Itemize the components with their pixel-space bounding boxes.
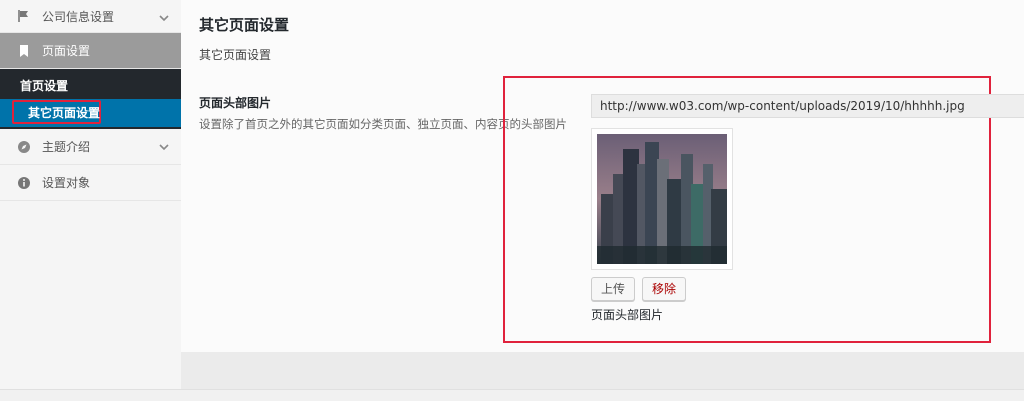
chevron-down-icon bbox=[159, 15, 169, 22]
submenu-item-other-page-settings[interactable]: 其它页面设置 bbox=[0, 99, 181, 127]
sidebar-item-label: 设置对象 bbox=[42, 176, 91, 190]
sidebar-item-label: 主题介绍 bbox=[42, 140, 91, 154]
flag-icon bbox=[16, 8, 32, 24]
bookmark-icon bbox=[16, 43, 32, 59]
sidebar-item-label: 公司信息设置 bbox=[42, 9, 115, 24]
submenu-item-home-settings[interactable]: 首页设置 bbox=[0, 73, 181, 99]
sidebar: 公司信息设置 页面设置 首页设置 其它页面设置 主题介绍 设置对象 bbox=[0, 0, 182, 389]
page-title: 其它页面设置 bbox=[199, 16, 290, 34]
header-image-preview bbox=[591, 128, 733, 270]
image-url-input[interactable]: http://www.w03.com/wp-content/uploads/20… bbox=[591, 94, 1024, 118]
compass-icon bbox=[16, 139, 32, 155]
sidebar-item-page-settings[interactable]: 页面设置 bbox=[0, 33, 181, 69]
field-label: 页面头部图片 bbox=[199, 96, 272, 110]
footer bbox=[181, 352, 1024, 389]
sidebar-item-label: 页面设置 bbox=[42, 44, 91, 58]
sidebar-item-company-info[interactable]: 公司信息设置 bbox=[0, 0, 181, 33]
sidebar-item-settings-object[interactable]: 设置对象 bbox=[0, 165, 181, 201]
submenu-item-label: 其它页面设置 bbox=[28, 106, 101, 120]
main-content: 其它页面设置 其它页面设置 页面头部图片 设置除了首页之外的其它页面如分类页面、… bbox=[181, 0, 1024, 352]
image-caption: 页面头部图片 bbox=[591, 308, 664, 322]
page-settings-submenu: 首页设置 其它页面设置 bbox=[0, 69, 181, 129]
city-skyline-image bbox=[597, 134, 727, 264]
info-icon bbox=[16, 175, 32, 191]
chevron-down-icon bbox=[159, 144, 169, 151]
sidebar-item-theme-intro[interactable]: 主题介绍 bbox=[0, 129, 181, 165]
submenu-item-label: 首页设置 bbox=[20, 79, 69, 93]
remove-button[interactable]: 移除 bbox=[642, 277, 687, 301]
upload-button[interactable]: 上传 bbox=[591, 277, 636, 301]
bottom-bar bbox=[0, 389, 1024, 401]
page-description: 其它页面设置 bbox=[199, 48, 272, 62]
